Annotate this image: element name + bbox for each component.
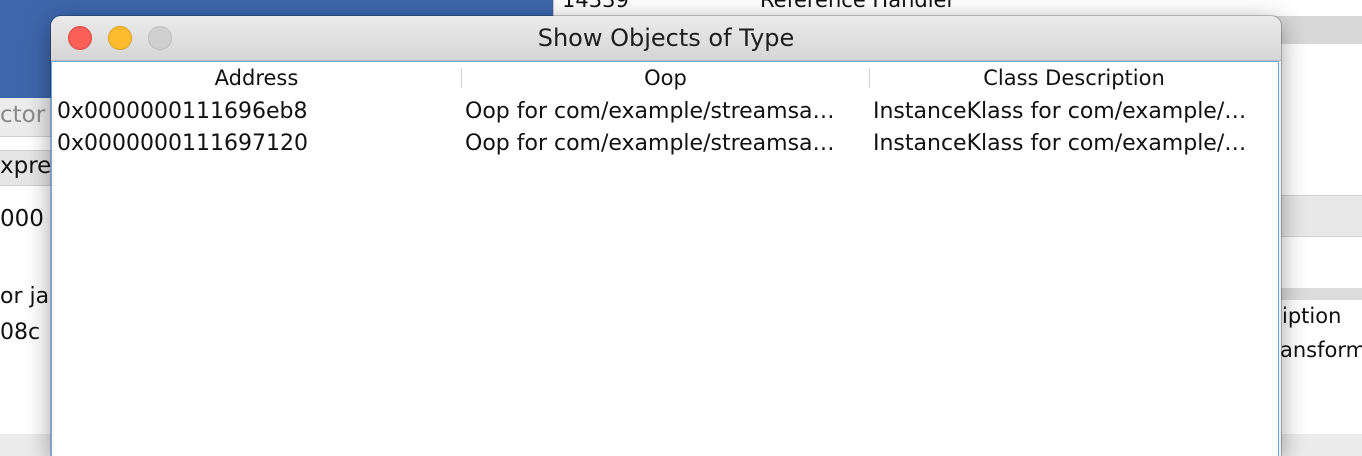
column-header-class-description[interactable]: Class Description [870, 62, 1278, 94]
table-header: Address Oop Class Description [52, 62, 1278, 94]
background-field-label: ctor [0, 102, 46, 128]
background-expr-label: xpre [0, 153, 52, 179]
cell-oop: Oop for com/example/streamsa… [465, 131, 835, 156]
table-row[interactable]: 0x0000000111696eb8 Oop for com/example/s… [52, 96, 1278, 128]
background-line-2: 08c [0, 320, 41, 345]
objects-table[interactable]: Address Oop Class Description 0x00000001… [51, 61, 1279, 456]
table-row[interactable]: 0x0000000111697120 Oop for com/example/s… [52, 128, 1278, 160]
background-right-header-band [1280, 288, 1362, 300]
background-row-id: 14339 [562, 0, 629, 12]
cell-address: 0x0000000111696eb8 [57, 99, 308, 124]
column-header-address[interactable]: Address [52, 62, 461, 94]
background-line-1: or ja [0, 284, 50, 309]
background-column-header: iption [1282, 304, 1342, 328]
cell-class-description: InstanceKlass for com/example/… [873, 99, 1247, 124]
cell-oop: Oop for com/example/streamsa… [465, 99, 835, 124]
cell-address: 0x0000000111697120 [57, 131, 308, 156]
column-header-oop[interactable]: Oop [462, 62, 869, 94]
dialog-titlebar[interactable]: Show Objects of Type [51, 16, 1281, 61]
cell-class-description: InstanceKlass for com/example/… [873, 131, 1247, 156]
background-right-band [1280, 195, 1362, 237]
dialog-title: Show Objects of Type [537, 24, 795, 52]
background-value-text: 000 [0, 206, 44, 232]
show-objects-dialog: Show Objects of Type Address Oop Class D… [51, 16, 1281, 456]
background-row-value: ansform [1280, 338, 1362, 362]
background-row-name: Reference Handler [760, 0, 956, 12]
